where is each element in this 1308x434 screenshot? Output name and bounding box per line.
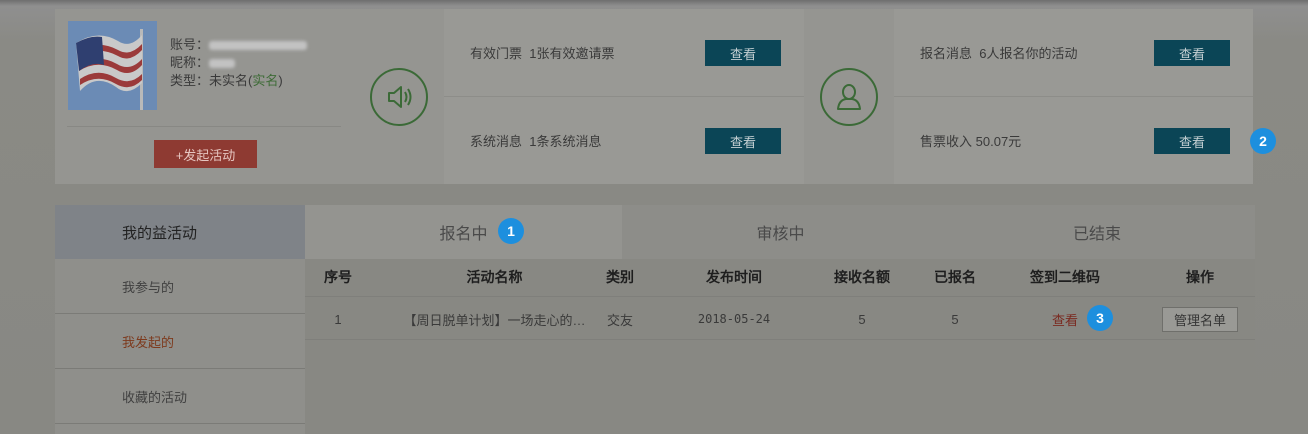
account-value-redacted <box>209 40 308 50</box>
account-info: 账号： 昵称： 类型：未实名(实名) <box>170 36 308 90</box>
step-badge-1: 1 <box>498 218 524 244</box>
sidebar-item-launched[interactable]: 我发起的 <box>55 314 305 369</box>
cell-registered: 5 <box>951 311 959 327</box>
avatar[interactable] <box>68 21 157 110</box>
user-icon <box>820 67 878 126</box>
step-badge-3: 3 <box>1087 305 1113 331</box>
cell-category: 交友 <box>606 312 633 328</box>
status-tabs: 报名中 审核中 已结束 <box>305 205 1255 259</box>
header-action: 操作 <box>1186 269 1214 285</box>
signup-messages-row: 报名消息 6人报名你的活动 查看 <box>894 9 1253 96</box>
step-badge-2: 2 <box>1250 128 1276 154</box>
launch-activity-button[interactable]: +发起活动 <box>154 140 257 168</box>
divider <box>67 126 341 127</box>
user-summary-panel: 账号： 昵称： 类型：未实名(实名) +发起活动 有效门票 1张有效邀请票 查… <box>55 9 1253 184</box>
revenue-label: 售票收入 <box>920 134 973 149</box>
sidebar-title: 我的益活动 <box>55 205 305 259</box>
system-messages-label: 系统消息 <box>470 134 523 149</box>
tab-reviewing[interactable]: 审核中 <box>622 205 939 259</box>
realname-link[interactable]: 实名 <box>252 72 278 90</box>
type-close: ) <box>278 73 283 88</box>
cell-index: 1 <box>334 311 342 327</box>
speaker-icon <box>370 67 428 126</box>
view-revenue-button[interactable]: 查看 <box>1154 128 1230 154</box>
tab-ended[interactable]: 已结束 <box>939 205 1255 259</box>
signup-messages-label: 报名消息 <box>920 46 973 61</box>
account-label: 账号： <box>170 37 210 52</box>
revenue-value: 50.07元 <box>975 134 1022 149</box>
flag-icon <box>68 21 157 110</box>
view-qr-link[interactable]: 查看 <box>1052 310 1078 329</box>
nickname-value-redacted <box>209 58 236 68</box>
view-system-messages-button[interactable]: 查看 <box>705 128 781 154</box>
sidebar-item-participated[interactable]: 我参与的 <box>55 259 305 314</box>
header-category: 类别 <box>606 269 634 285</box>
cell-quota: 5 <box>858 311 866 327</box>
header-qr: 签到二维码 <box>1030 269 1100 285</box>
view-tickets-button[interactable]: 查看 <box>705 40 781 66</box>
sidebar-item-favorites[interactable]: 收藏的活动 <box>55 369 305 424</box>
tickets-icon-column <box>354 9 444 184</box>
manage-list-button[interactable]: 管理名单 <box>1162 306 1238 332</box>
revenue-row: 售票收入 50.07元 查看 <box>894 96 1253 184</box>
header-index: 序号 <box>324 269 352 285</box>
nickname-label: 昵称： <box>170 55 210 70</box>
table-header: 序号 活动名称 类别 发布时间 接收名额 已报名 签到二维码 操作 <box>305 259 1255 295</box>
header-quota: 接收名额 <box>834 269 890 285</box>
tab-registering[interactable]: 报名中 <box>305 205 622 259</box>
sidebar: 我的益活动 我参与的 我发起的 收藏的活动 <box>55 205 305 434</box>
cell-date: 2018-05-24 <box>697 312 771 326</box>
view-signup-messages-button[interactable]: 查看 <box>1154 40 1230 66</box>
valid-tickets-row: 有效门票 1张有效邀请票 查看 <box>444 9 804 96</box>
system-messages-value: 1条系统消息 <box>529 134 602 149</box>
signup-icon-column <box>804 9 894 184</box>
system-messages-row: 系统消息 1条系统消息 查看 <box>444 96 804 184</box>
tickets-info: 有效门票 1张有效邀请票 查看 系统消息 1条系统消息 查看 <box>444 9 804 184</box>
header-date: 发布时间 <box>706 269 762 285</box>
type-label: 类型：未实名( <box>170 73 253 88</box>
signup-info: 报名消息 6人报名你的活动 查看 售票收入 50.07元 查看 <box>894 9 1253 184</box>
valid-tickets-value: 1张有效邀请票 <box>529 46 615 61</box>
profile-card: 账号： 昵称： 类型：未实名(实名) +发起活动 <box>55 9 354 184</box>
signup-messages-value: 6人报名你的活动 <box>979 46 1078 61</box>
valid-tickets-label: 有效门票 <box>470 46 523 61</box>
header-registered: 已报名 <box>934 269 976 285</box>
